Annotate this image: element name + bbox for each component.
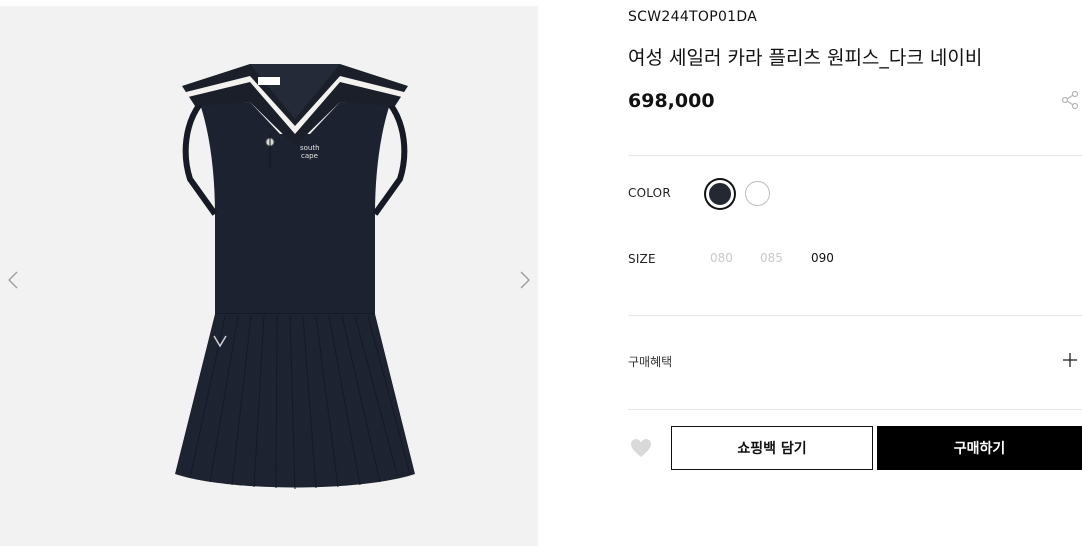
add-to-cart-button[interactable]: 쇼핑백 담기 bbox=[671, 426, 873, 470]
product-image: south cape bbox=[175, 64, 415, 490]
color-label: COLOR bbox=[628, 186, 671, 200]
size-option-085[interactable]: 085 bbox=[760, 251, 783, 265]
plus-icon[interactable] bbox=[1062, 352, 1078, 368]
divider bbox=[628, 409, 1082, 410]
svg-text:cape: cape bbox=[301, 152, 318, 160]
product-title: 여성 세일러 카라 플리츠 원피스_다크 네이비 bbox=[628, 47, 983, 69]
share-icon[interactable] bbox=[1060, 90, 1080, 110]
size-option-080[interactable]: 080 bbox=[710, 251, 733, 265]
purchase-benefit-toggle[interactable]: 구매혜택 bbox=[628, 353, 672, 370]
color-swatch-white[interactable] bbox=[745, 181, 770, 206]
gallery-prev-button[interactable] bbox=[6, 268, 20, 292]
chevron-left-icon bbox=[8, 271, 18, 289]
product-sku: SCW244TOP01DA bbox=[628, 9, 758, 25]
size-option-090[interactable]: 090 bbox=[811, 251, 834, 265]
color-swatch-navy[interactable] bbox=[706, 180, 734, 208]
gallery-next-button[interactable] bbox=[518, 268, 532, 292]
product-gallery: south cape bbox=[0, 6, 538, 546]
product-info-panel: SCW244TOP01DA 여성 세일러 카라 플리츠 원피스_다크 네이비 6… bbox=[628, 0, 1082, 546]
buy-now-button[interactable]: 구매하기 bbox=[877, 426, 1082, 470]
divider bbox=[628, 315, 1082, 316]
size-label: SIZE bbox=[628, 252, 656, 266]
product-price: 698,000 bbox=[628, 90, 715, 112]
svg-text:south: south bbox=[300, 144, 320, 152]
divider bbox=[628, 155, 1082, 156]
chevron-right-icon bbox=[520, 271, 530, 289]
heart-icon[interactable] bbox=[630, 438, 652, 458]
